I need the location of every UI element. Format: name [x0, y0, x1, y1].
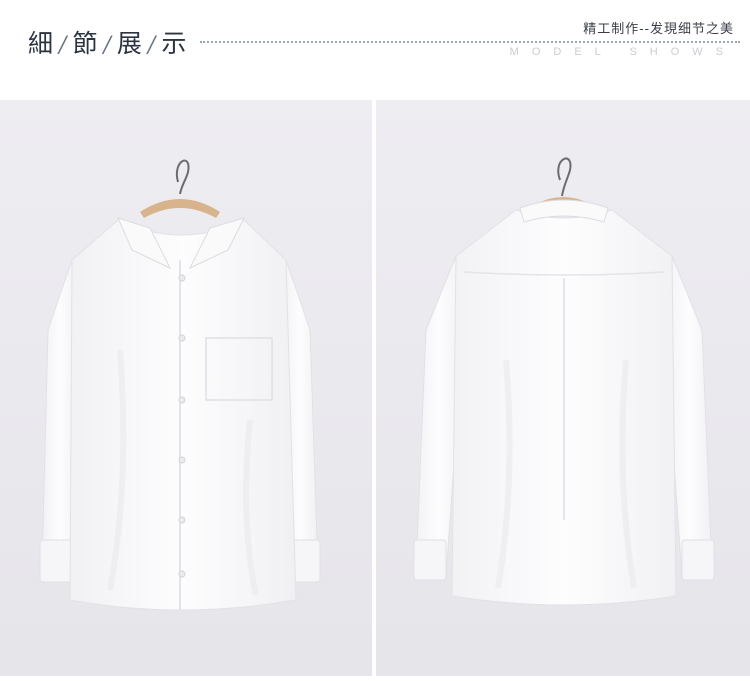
title-separator: /: [103, 33, 113, 58]
title-separator: /: [59, 33, 69, 58]
dotted-divider: [200, 41, 740, 43]
section-title: 細 / 節 / 展 / 示: [28, 24, 188, 60]
section-header: 細 / 節 / 展 / 示 精工制作--发現细节之美 MODEL SHOWS: [0, 0, 750, 100]
subtitle: MODEL SHOWS: [509, 46, 736, 58]
title-char-3: 展: [116, 29, 144, 58]
title-char-2: 節: [72, 29, 100, 58]
tagline: 精工制作--发現细节之美: [583, 22, 734, 37]
front-shirt-illustration: [0, 100, 372, 676]
front-view-photo: [0, 100, 372, 676]
title-separator: /: [147, 33, 158, 58]
title-char-4: 示: [161, 29, 189, 58]
back-shirt-illustration: [376, 100, 750, 676]
back-view-photo: [376, 100, 750, 676]
title-char-1: 細: [28, 29, 56, 58]
